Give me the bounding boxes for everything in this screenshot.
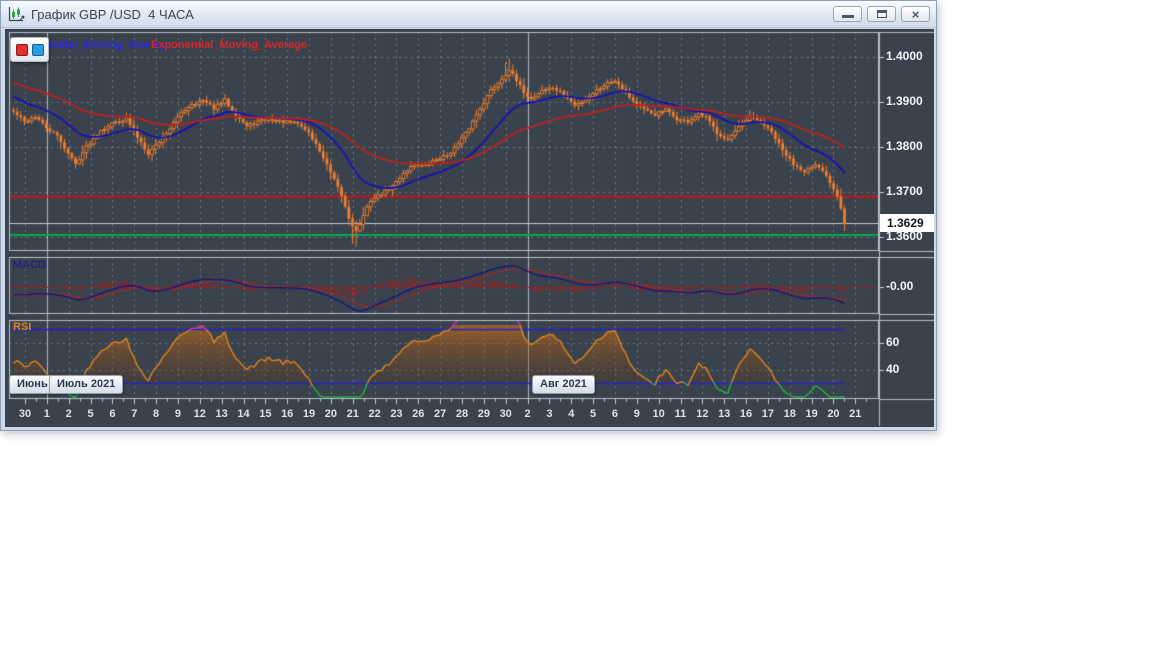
close-icon: × <box>911 6 920 22</box>
time-axis-day-label: 28 <box>455 408 469 420</box>
time-axis-day-label: 7 <box>131 408 138 420</box>
candlestick-chart-icon <box>7 6 25 23</box>
time-axis-day-label: 20 <box>324 408 338 420</box>
time-axis-day-label: 16 <box>281 408 294 420</box>
minimize-icon <box>842 15 854 18</box>
price-axis-label: 1.3700 <box>886 184 923 198</box>
time-axis-day-label: 30 <box>499 408 512 420</box>
chart-client-area: Exponential_Moving_Average Exponential_M… <box>5 29 934 427</box>
window-title: График GBP /USD 4 ЧАСА <box>31 6 194 22</box>
time-axis-day-label: 18 <box>783 408 796 420</box>
time-axis-day-label: 30 <box>18 408 32 420</box>
time-axis[interactable]: 30 1 2 5 6 7 8 9 12 13 14 15 16 19 20 21 22 23 26 27 28 29 30 2… <box>5 399 934 427</box>
time-axis-day-label: 17 <box>761 408 775 420</box>
time-axis-day-label: 4 <box>568 408 575 420</box>
time-axis-day-label: 6 <box>109 408 116 420</box>
time-axis-day-label: 8 <box>153 408 160 420</box>
rsi-indicator-label: RSI <box>13 321 32 333</box>
time-axis-day-label: 13 <box>718 408 731 420</box>
chart-window: График GBP /USD 4 ЧАСА × Exponential_Mov… <box>0 0 937 431</box>
time-axis-day-label: 3 <box>546 408 553 420</box>
time-axis-day-label: 27 <box>434 408 447 420</box>
restore-icon <box>876 10 887 18</box>
legend-ema-red: Exponential_Moving_Average <box>151 39 308 51</box>
rsi-axis-label: 60 <box>886 335 900 349</box>
time-axis-day-label: 14 <box>237 408 250 420</box>
month-tag-august: Авг 2021 <box>532 375 595 394</box>
time-axis-day-label: 21 <box>346 408 359 420</box>
macd-axis-label: -0.00 <box>886 279 914 293</box>
time-axis-day-label: 21 <box>849 408 862 420</box>
restore-button[interactable] <box>867 6 896 22</box>
price-axis[interactable]: 1.3629 1.4000 1.3900 1.3800 1.3700 1.3600 -0.… <box>879 29 934 399</box>
time-axis-day-label: 13 <box>215 408 228 420</box>
time-axis-day-label: 23 <box>390 408 403 420</box>
time-axis-day-label: 2 <box>65 408 72 420</box>
macd-indicator-label: MACD <box>13 259 46 271</box>
current-price-tag: 1.3629 <box>880 214 934 232</box>
time-axis-day-label: 9 <box>174 408 181 420</box>
time-axis-day-label: 19 <box>805 408 818 420</box>
price-axis-label: 1.3800 <box>886 139 923 153</box>
month-tag-july: Июль 2021 <box>49 375 124 394</box>
desktop: График GBP /USD 4 ЧАСА × Exponential_Mov… <box>0 0 1152 648</box>
time-axis-day-label: 2 <box>524 408 531 420</box>
time-axis-day-label: 6 <box>611 408 618 420</box>
close-button[interactable]: × <box>901 6 930 22</box>
chart-canvas[interactable] <box>5 29 934 427</box>
time-axis-day-label: 26 <box>412 408 425 420</box>
window-controls: × <box>833 6 930 22</box>
time-axis-day-label: 5 <box>87 408 94 420</box>
time-axis-day-label: 12 <box>696 408 709 420</box>
price-axis-label: 1.4000 <box>886 49 923 63</box>
time-axis-day-label: 12 <box>193 408 206 420</box>
title-bar[interactable]: График GBP /USD 4 ЧАСА × <box>1 1 936 28</box>
time-axis-day-label: 5 <box>590 408 597 420</box>
price-axis-label: 1.3900 <box>886 94 923 108</box>
time-axis-day-label: 20 <box>827 408 840 420</box>
time-axis-day-label: 22 <box>368 408 381 420</box>
red-square-button[interactable] <box>15 43 28 56</box>
time-axis-day-label: 29 <box>477 408 490 420</box>
object-buttons-panel <box>10 37 49 62</box>
blue-square-button[interactable] <box>31 43 44 56</box>
time-axis-day-label: 1 <box>43 408 50 420</box>
rsi-axis-label: 40 <box>886 362 900 376</box>
time-axis-day-label: 9 <box>633 408 640 420</box>
minimize-button[interactable] <box>833 6 862 22</box>
time-axis-day-label: 11 <box>674 408 687 420</box>
time-axis-day-label: 19 <box>302 408 316 420</box>
time-axis-day-label: 10 <box>652 408 665 420</box>
time-axis-day-label: 15 <box>259 408 272 420</box>
time-axis-day-label: 16 <box>739 408 753 420</box>
